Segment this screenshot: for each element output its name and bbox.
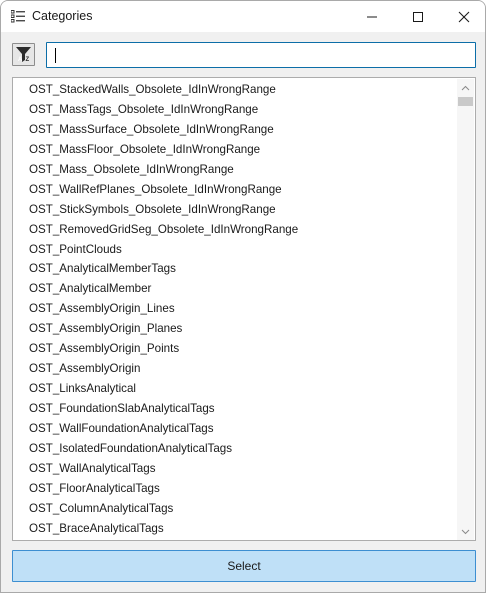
vertical-scrollbar[interactable] (457, 79, 474, 540)
list-item[interactable]: OST_MassTags_Obsolete_IdInWrongRange (13, 100, 457, 120)
categories-window: Categories A Z OST_StackedWalls_Obsolete… (0, 0, 486, 593)
scroll-thumb[interactable] (458, 97, 473, 106)
list-item[interactable]: OST_AssemblyOrigin_Planes (13, 319, 457, 339)
search-field[interactable] (46, 42, 476, 68)
list-item[interactable]: OST_StickSymbols_Obsolete_IdInWrongRange (13, 200, 457, 220)
list-item[interactable]: OST_RemovedGridSeg_Obsolete_IdInWrongRan… (13, 220, 457, 240)
list-item[interactable]: OST_AssemblyOrigin (13, 359, 457, 379)
window-title: Categories (32, 9, 93, 23)
list-item[interactable]: OST_AnalyticalMemberTags (13, 259, 457, 279)
text-caret (55, 48, 56, 63)
list-item[interactable]: OST_Mass_Obsolete_IdInWrongRange (13, 160, 457, 180)
sort-az-filter-icon: A Z (16, 47, 31, 63)
list-items: OST_StackedWalls_Obsolete_IdInWrongRange… (13, 78, 457, 540)
close-icon (458, 11, 470, 22)
list-item[interactable]: OST_BraceAnalyticalTags (13, 519, 457, 539)
list-item[interactable]: OST_AssemblyOrigin_Points (13, 339, 457, 359)
close-button[interactable] (441, 1, 485, 32)
list-item[interactable]: OST_PointClouds (13, 240, 457, 260)
list-item[interactable]: OST_AssemblyOrigin_Lines (13, 299, 457, 319)
sort-az-button[interactable]: A Z (12, 43, 35, 66)
chevron-down-icon (461, 529, 470, 534)
minimize-icon (367, 16, 377, 17)
select-button[interactable]: Select (12, 550, 476, 582)
list-item[interactable]: OST_StackedWalls_Obsolete_IdInWrongRange (13, 80, 457, 100)
list-item[interactable]: OST_LinksAnalytical (13, 379, 457, 399)
list-item[interactable]: OST_FloorAnalyticalTags (13, 479, 457, 499)
minimize-button[interactable] (349, 1, 395, 32)
list-item[interactable]: OST_WallFoundationAnalyticalTags (13, 419, 457, 439)
scroll-down-button[interactable] (457, 523, 474, 540)
list-item[interactable]: OST_AnalyticalMember (13, 279, 457, 299)
toolbar: A Z (1, 32, 485, 76)
list-item[interactable]: OST_WallRefPlanes_Obsolete_IdInWrongRang… (13, 180, 457, 200)
chevron-up-icon (461, 85, 470, 90)
list-item[interactable]: OST_MassSurface_Obsolete_IdInWrongRange (13, 120, 457, 140)
svg-text:Z: Z (26, 57, 30, 63)
maximize-button[interactable] (395, 1, 441, 32)
maximize-icon (413, 11, 423, 22)
list-item[interactable]: OST_MassFloor_Obsolete_IdInWrongRange (13, 140, 457, 160)
list-icon (11, 10, 25, 23)
search-input[interactable] (47, 43, 475, 67)
list-item[interactable]: OST_WallAnalyticalTags (13, 459, 457, 479)
categories-listbox[interactable]: OST_StackedWalls_Obsolete_IdInWrongRange… (12, 77, 476, 541)
list-item[interactable]: OST_FoundationSlabAnalyticalTags (13, 399, 457, 419)
svg-text:A: A (18, 57, 23, 63)
title-bar[interactable]: Categories (1, 1, 485, 32)
scroll-up-button[interactable] (457, 79, 474, 96)
list-item[interactable]: OST_IsolatedFoundationAnalyticalTags (13, 439, 457, 459)
list-item[interactable]: OST_ColumnAnalyticalTags (13, 499, 457, 519)
